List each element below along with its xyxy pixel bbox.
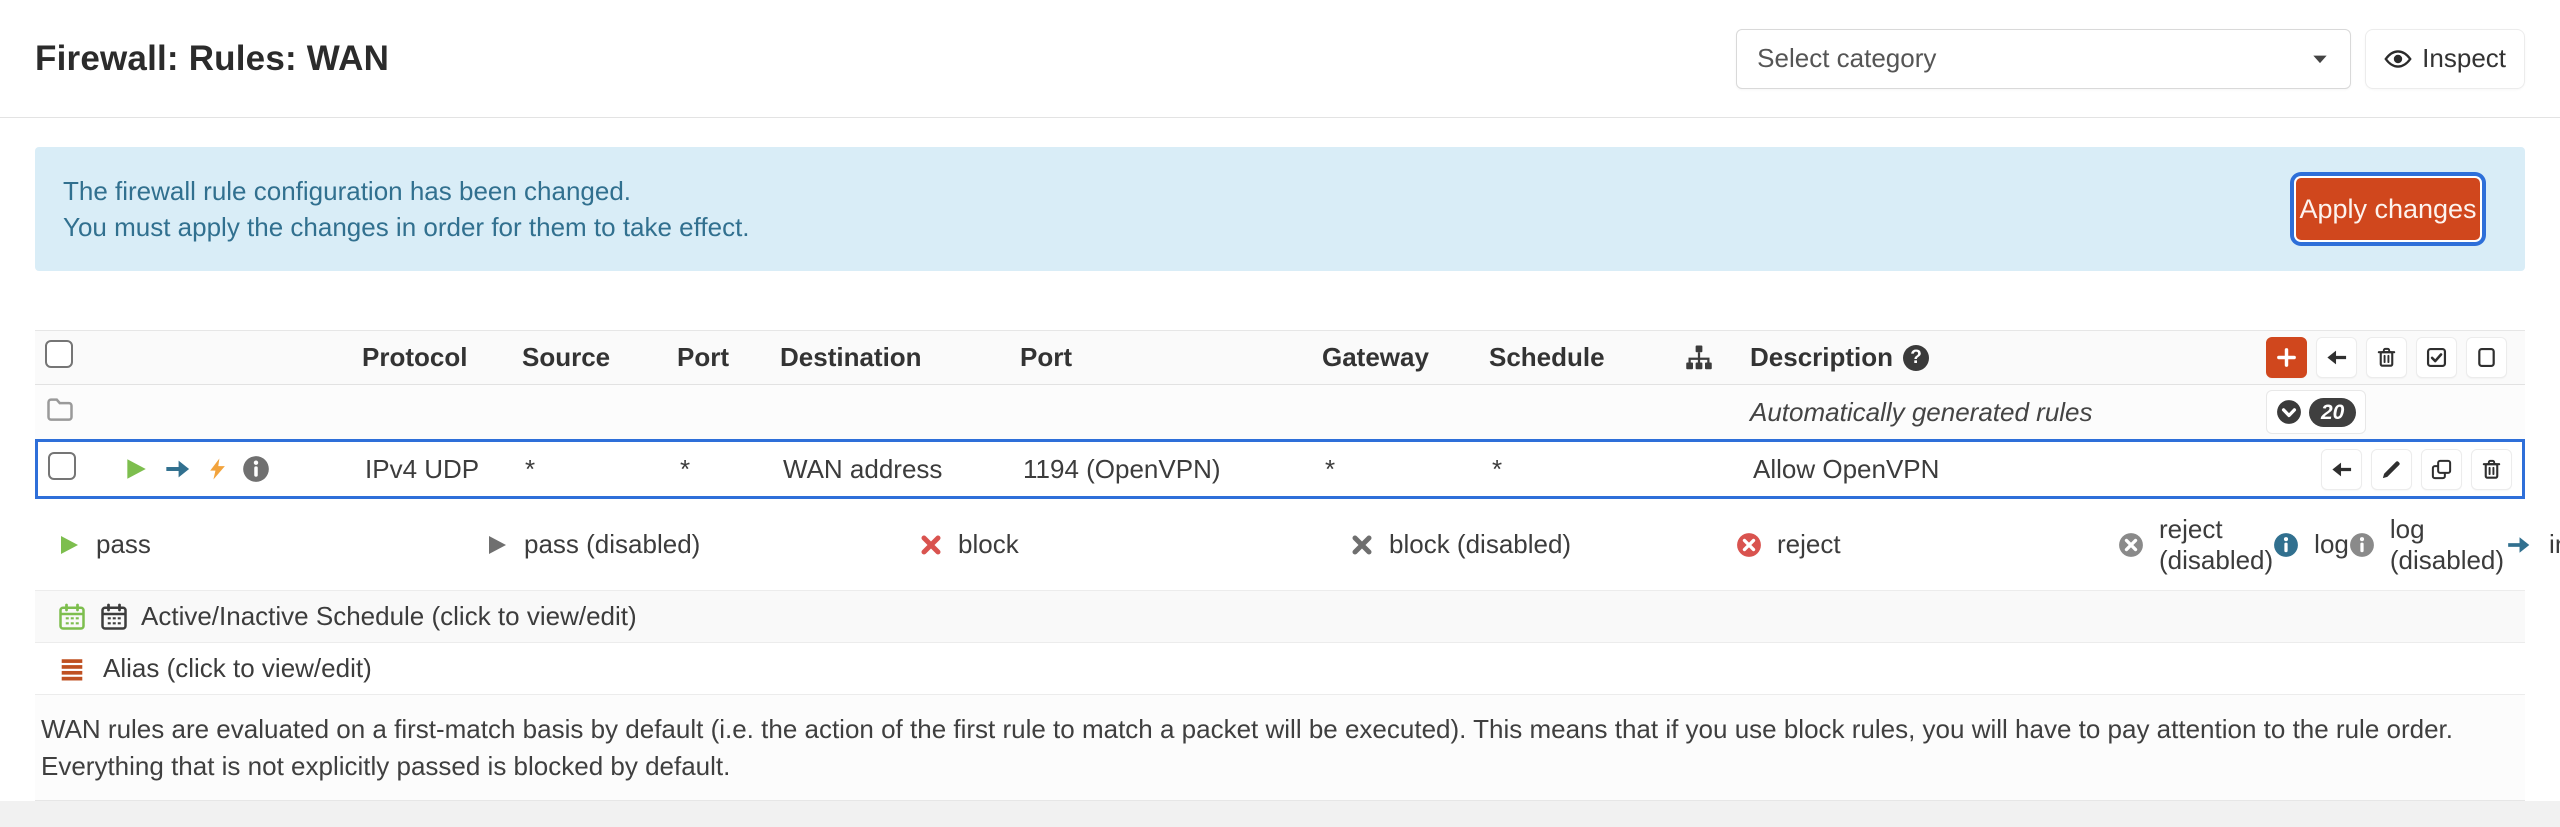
alert-line-2: You must apply the changes in order for … [63, 212, 750, 242]
trash-icon [2375, 346, 2398, 369]
block-disabled-icon [1350, 532, 1374, 558]
header-controls: Select category Inspect [1736, 28, 2525, 89]
legend-row: pass pass (disabled) block block (disabl… [35, 499, 2560, 591]
inspect-button[interactable]: Inspect [2365, 28, 2525, 89]
category-select[interactable]: Select category [1736, 28, 2352, 89]
first-match-icon [207, 455, 229, 483]
legend-label: pass [96, 529, 151, 559]
alert-line-1: The firewall rule configuration has been… [63, 176, 632, 206]
calendar-inactive-icon [99, 602, 129, 632]
header-gateway: Gateway [1322, 342, 1429, 372]
legend-label: block (disabled) [1389, 529, 1572, 559]
alias-legend-label: Alias (click to view/edit) [103, 653, 372, 683]
pass-icon [57, 532, 81, 558]
rule-checkbox[interactable] [48, 451, 76, 480]
schedule-legend-label: Active/Inactive Schedule (click to view/… [141, 601, 637, 631]
page-title: Firewall: Rules: WAN [35, 38, 390, 78]
plus-icon [2275, 346, 2298, 369]
auto-generated-rules-row: Automatically generated rules 20 [35, 385, 2525, 439]
direction-in-icon [162, 455, 194, 483]
table-header-row: Protocol Source Port Destination Port Ga… [35, 331, 2525, 385]
legend-label: pass (disabled) [524, 529, 701, 559]
reject-disabled-icon [2118, 532, 2144, 558]
schedule-legend-row: Active/Inactive Schedule (click to view/… [35, 591, 2525, 643]
check-square-icon [2425, 346, 2448, 369]
page-bottom-strip [0, 801, 2560, 827]
expand-auto-rules-button[interactable]: 20 [2266, 390, 2367, 434]
trash-icon [2480, 458, 2503, 481]
help-icon[interactable]: ? [1903, 344, 1930, 371]
firewall-rules-page: Firewall: Rules: WAN Select category Ins… [0, 0, 2560, 827]
log-disabled-icon [2349, 532, 2375, 558]
inspect-button-label: Inspect [2422, 43, 2506, 73]
legend-label: block [958, 529, 1019, 559]
rule-source: * [525, 453, 536, 484]
add-rule-button[interactable] [2266, 337, 2307, 378]
rule-schedule: * [1492, 453, 1503, 484]
arrow-left-icon [2325, 346, 2348, 369]
clone-rule-button[interactable] [2421, 448, 2462, 490]
header-protocol: Protocol [362, 342, 468, 372]
log-disabled-icon [242, 455, 270, 483]
log-icon [2273, 532, 2299, 558]
alias-legend-row: Alias (click to view/edit) [35, 643, 2525, 695]
firewall-rule-row[interactable]: IPv4 UDP * * WAN address 1194 (OpenVPN) … [35, 439, 2525, 499]
disable-selected-button[interactable] [2466, 337, 2507, 378]
arrow-left-icon [2330, 458, 2353, 481]
header-description: Description [1750, 342, 1894, 372]
rule-destination: WAN address [783, 453, 943, 484]
edit-rule-button[interactable] [2371, 448, 2412, 490]
rule-source-port: * [680, 453, 691, 484]
rules-table: Protocol Source Port Destination Port Ga… [35, 330, 2560, 801]
block-icon [919, 532, 943, 558]
apply-changes-button[interactable]: Apply changes [2296, 178, 2480, 240]
reject-icon [1736, 532, 1762, 558]
clone-icon [2430, 458, 2453, 481]
legend-label: in [2549, 529, 2560, 559]
legend-label: reject (disabled) [2159, 513, 2274, 575]
header-source: Source [522, 342, 611, 372]
header-schedule: Schedule [1489, 342, 1605, 372]
header-source-port: Port [677, 342, 729, 372]
select-all-checkbox[interactable] [45, 340, 73, 368]
apply-changes-alert: The firewall rule configuration has been… [35, 147, 2525, 271]
caret-down-icon [2310, 49, 2330, 69]
chevron-circle-down-icon [2276, 399, 2302, 425]
alert-message: The firewall rule configuration has been… [63, 173, 750, 245]
pass-icon [123, 455, 149, 483]
in-icon [2504, 532, 2534, 558]
pencil-icon [2380, 458, 2403, 481]
enable-selected-button[interactable] [2416, 337, 2457, 378]
sitemap-icon [1684, 343, 1714, 373]
folder-icon [45, 394, 75, 424]
page-header: Firewall: Rules: WAN Select category Ins… [0, 0, 2560, 118]
square-icon [2475, 346, 2498, 369]
wan-rules-note: WAN rules are evaluated on a first-match… [35, 695, 2525, 801]
calendar-active-icon [57, 602, 87, 632]
pass-disabled-icon [485, 532, 509, 558]
eye-icon [2384, 45, 2412, 73]
legend-label: log [2314, 529, 2349, 559]
auto-rules-count-badge: 20 [2309, 397, 2357, 427]
delete-rule-button[interactable] [2471, 448, 2512, 490]
move-rule-button[interactable] [2321, 448, 2362, 490]
move-selected-button[interactable] [2316, 337, 2357, 378]
rule-destination-port: 1194 (OpenVPN) [1023, 453, 1221, 484]
auto-generated-rules-label: Automatically generated rules [1750, 396, 2093, 427]
rule-protocol: IPv4 UDP [365, 453, 480, 484]
category-select-value: Select category [1757, 43, 1937, 73]
legend-label: reject [1777, 529, 1841, 559]
rule-gateway: * [1325, 453, 1336, 484]
header-destination-port: Port [1020, 342, 1072, 372]
alias-icon [57, 656, 87, 682]
delete-selected-button[interactable] [2366, 337, 2407, 378]
rule-description: Allow OpenVPN [1753, 453, 1940, 484]
header-destination: Destination [780, 342, 922, 372]
legend-label: log (disabled) [2389, 513, 2505, 575]
